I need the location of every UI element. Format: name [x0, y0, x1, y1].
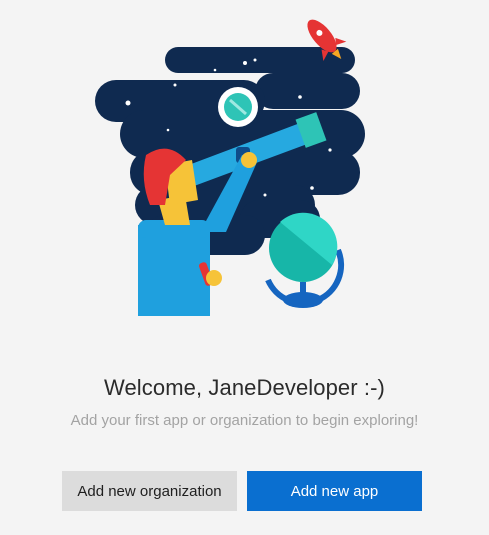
add-app-button[interactable]: Add new app — [247, 471, 422, 511]
welcome-heading: Welcome, JaneDeveloper :-) — [104, 375, 385, 400]
small-clouds — [170, 48, 200, 53]
welcome-illustration — [95, 19, 365, 316]
welcome-subtitle: Add your first app or organization to be… — [70, 412, 419, 429]
add-organization-button[interactable]: Add new organization — [62, 471, 237, 511]
globe-icon — [265, 212, 345, 308]
moon-icon — [218, 87, 258, 127]
